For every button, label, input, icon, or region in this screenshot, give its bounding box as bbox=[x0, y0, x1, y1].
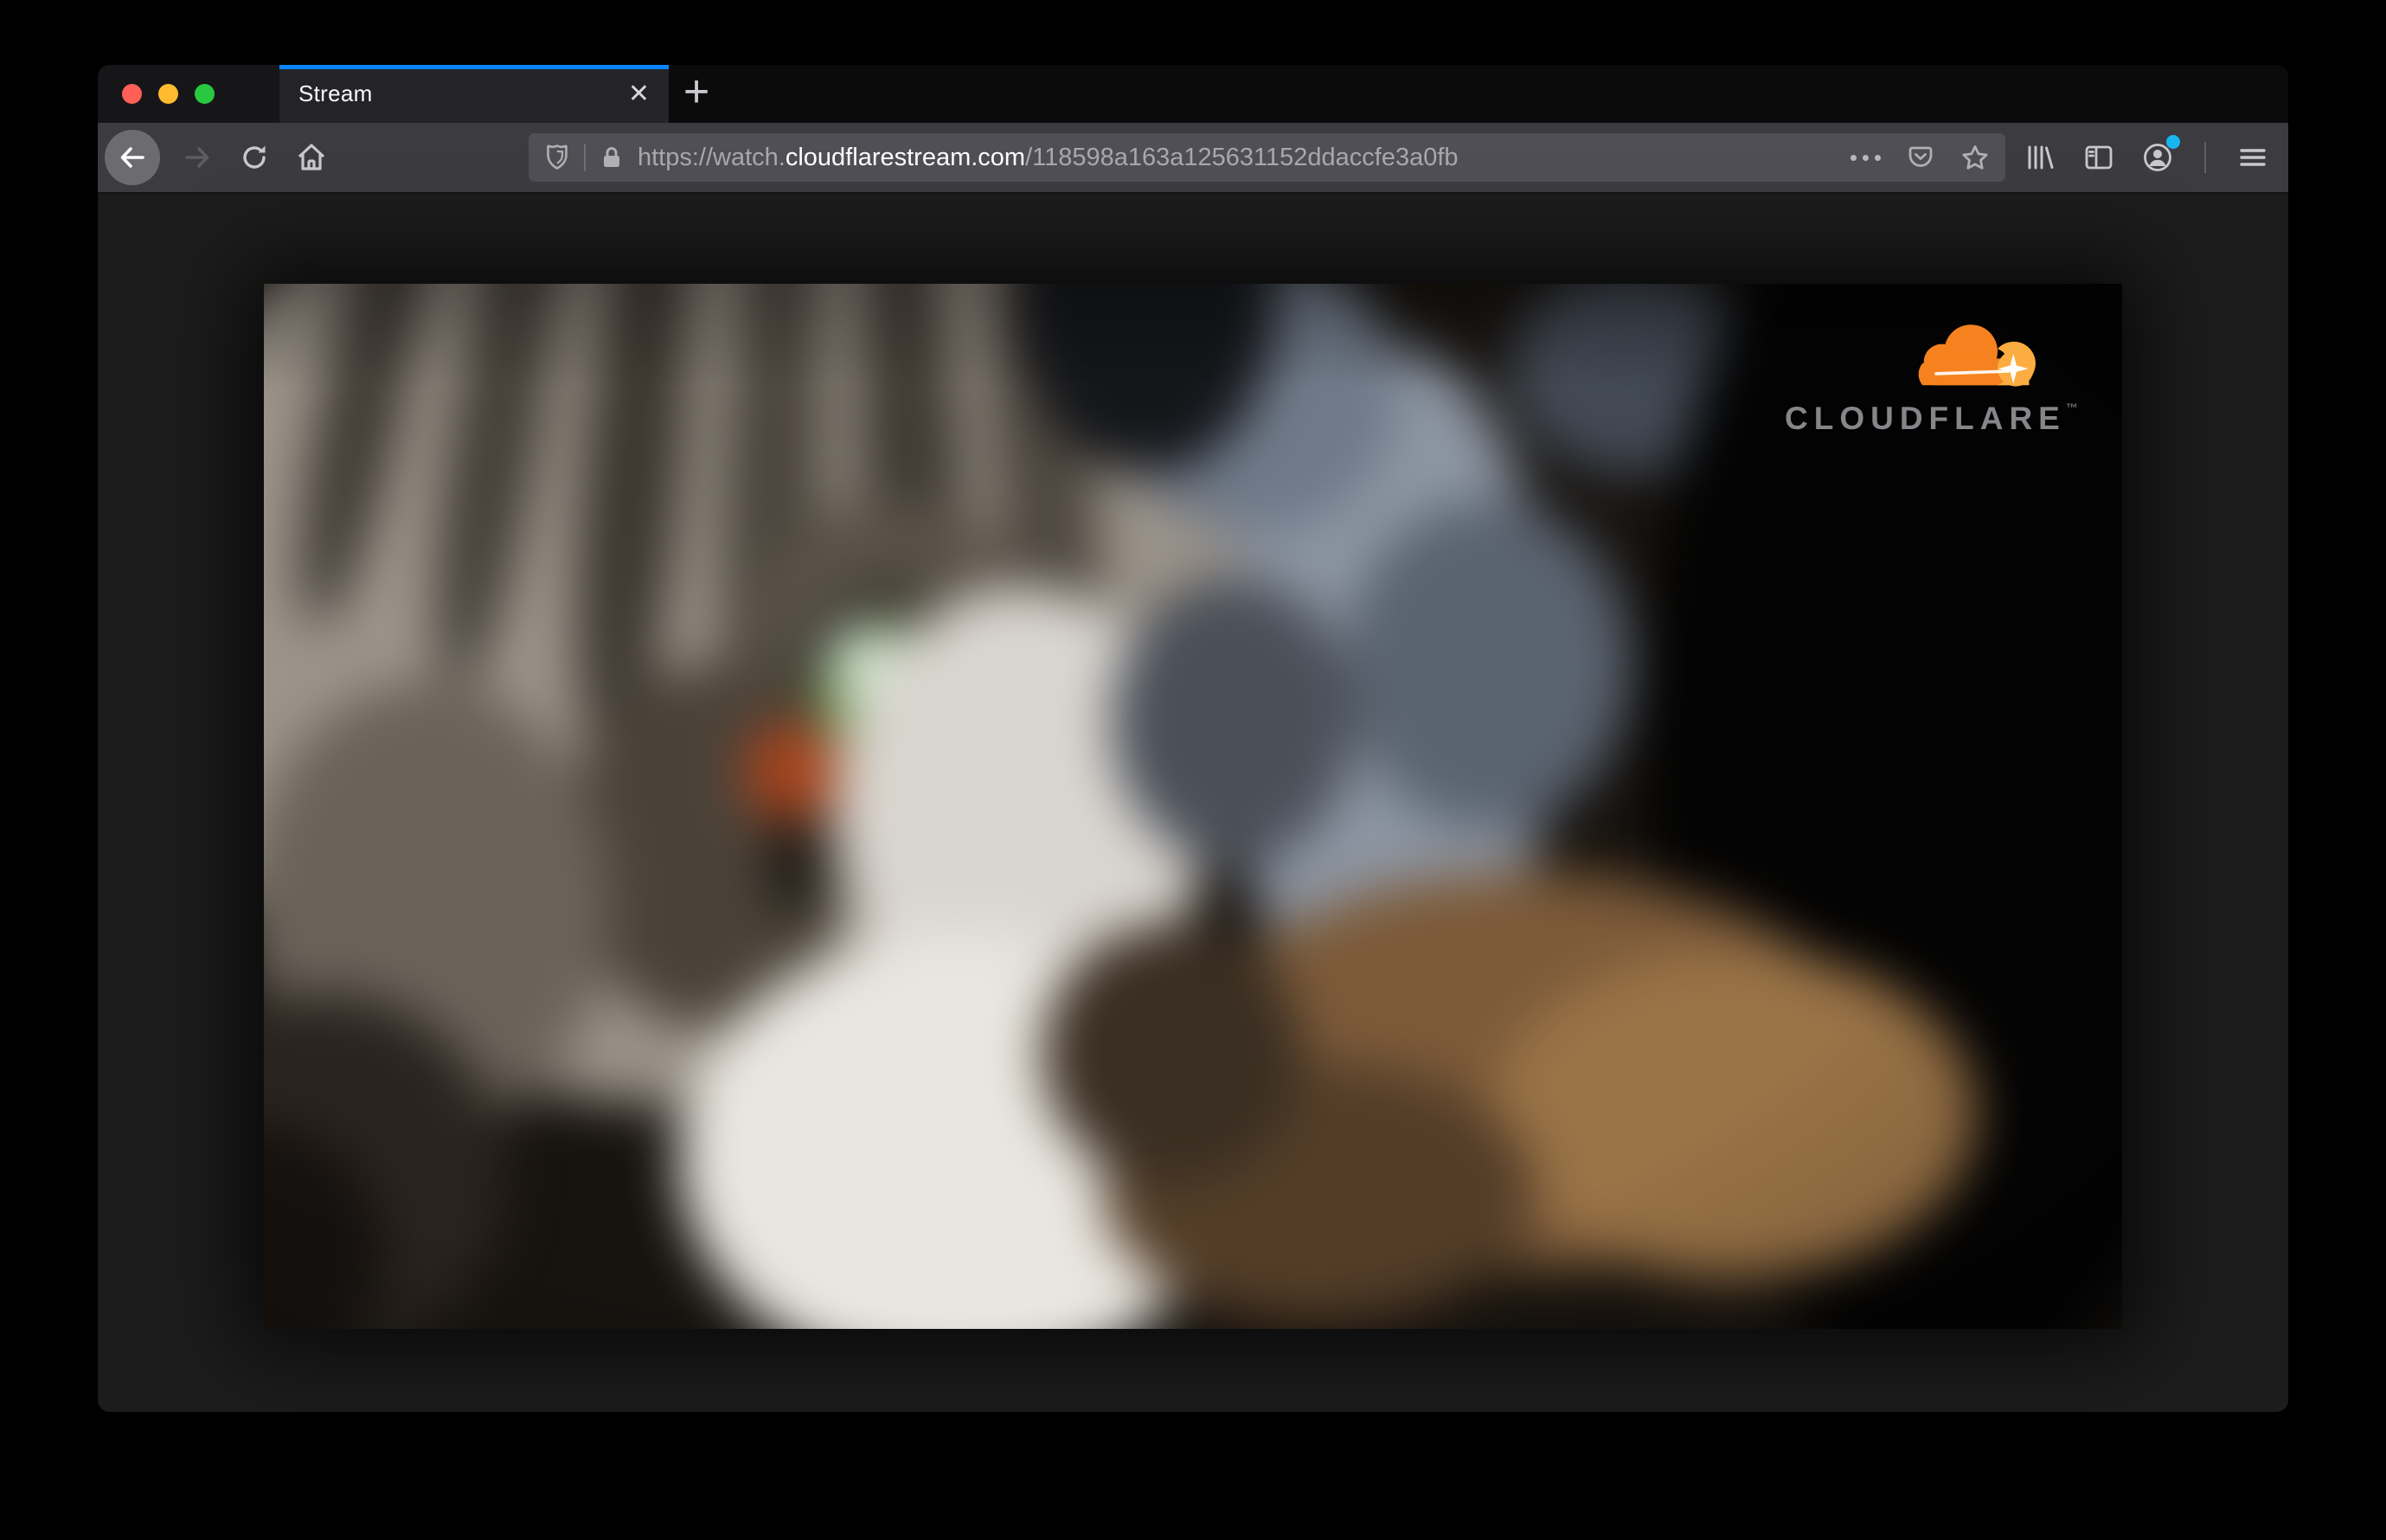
tab-stream[interactable]: Stream ✕ bbox=[279, 65, 669, 123]
new-tab-button[interactable]: + bbox=[669, 65, 724, 123]
url-bar[interactable]: https://watch.cloudflarestream.com/11859… bbox=[529, 133, 2005, 182]
tab-title: Stream bbox=[298, 80, 373, 106]
video-player[interactable]: CLOUDFLARE™ bbox=[264, 284, 2122, 1329]
account-notification-badge bbox=[2166, 135, 2180, 149]
page-content: CLOUDFLARE™ bbox=[98, 194, 2288, 1412]
url-text: https://watch.cloudflarestream.com/11859… bbox=[638, 144, 1833, 172]
sidebar-button[interactable] bbox=[2078, 137, 2120, 178]
cloudflare-trademark: ™ bbox=[2065, 401, 2078, 414]
home-icon bbox=[298, 144, 325, 170]
cloudflare-wordmark: CLOUDFLARE™ bbox=[1785, 401, 2078, 437]
tracking-protection-shield-icon[interactable] bbox=[544, 144, 570, 171]
close-icon[interactable] bbox=[122, 84, 142, 104]
menu-button[interactable] bbox=[2232, 137, 2274, 178]
urlbar-divider bbox=[584, 144, 586, 171]
url-path: /118598a163a125631152ddaccfe3a0fb bbox=[1025, 143, 1459, 171]
cloudflare-cloud-icon bbox=[1918, 324, 2036, 387]
minimize-icon[interactable] bbox=[158, 84, 178, 104]
new-tab-icon: + bbox=[683, 66, 710, 117]
toolbar-separator bbox=[2204, 142, 2206, 173]
pocket-icon[interactable] bbox=[1907, 144, 1934, 170]
sidebar-icon bbox=[2085, 145, 2113, 170]
browser-window: Stream ✕ + https://watch.cloudflarestrea… bbox=[98, 65, 2288, 1412]
lock-icon[interactable] bbox=[600, 144, 624, 170]
home-button[interactable] bbox=[286, 132, 337, 183]
back-button[interactable] bbox=[105, 130, 160, 185]
library-icon bbox=[2028, 145, 2054, 170]
forward-icon bbox=[185, 147, 209, 168]
cloudflare-wordmark-text: CLOUDFLARE bbox=[1785, 401, 2066, 436]
reload-icon bbox=[243, 145, 266, 169]
hamburger-menu-icon bbox=[2240, 149, 2266, 166]
window-controls bbox=[98, 65, 279, 123]
account-button[interactable] bbox=[2137, 135, 2180, 178]
forward-button[interactable] bbox=[172, 132, 222, 183]
zoom-icon[interactable] bbox=[195, 84, 215, 104]
tab-close-icon[interactable]: ✕ bbox=[621, 78, 657, 111]
navigation-toolbar: https://watch.cloudflarestream.com/11859… bbox=[98, 123, 2288, 194]
video-vignette bbox=[264, 284, 2122, 1329]
meatball-menu-icon[interactable] bbox=[1850, 154, 1881, 161]
url-domain: cloudflarestream.com bbox=[785, 143, 1026, 171]
cloudflare-logo: CLOUDFLARE™ bbox=[1785, 322, 2078, 437]
bookmark-star-icon[interactable] bbox=[1960, 144, 1990, 171]
tab-bar: Stream ✕ + bbox=[98, 65, 2288, 123]
back-icon bbox=[120, 147, 144, 168]
url-scheme: https://watch. bbox=[638, 143, 786, 171]
page-actions bbox=[1850, 144, 1990, 171]
toolbar-right bbox=[2019, 135, 2274, 178]
reload-button[interactable] bbox=[229, 132, 279, 183]
library-button[interactable] bbox=[2019, 137, 2061, 178]
